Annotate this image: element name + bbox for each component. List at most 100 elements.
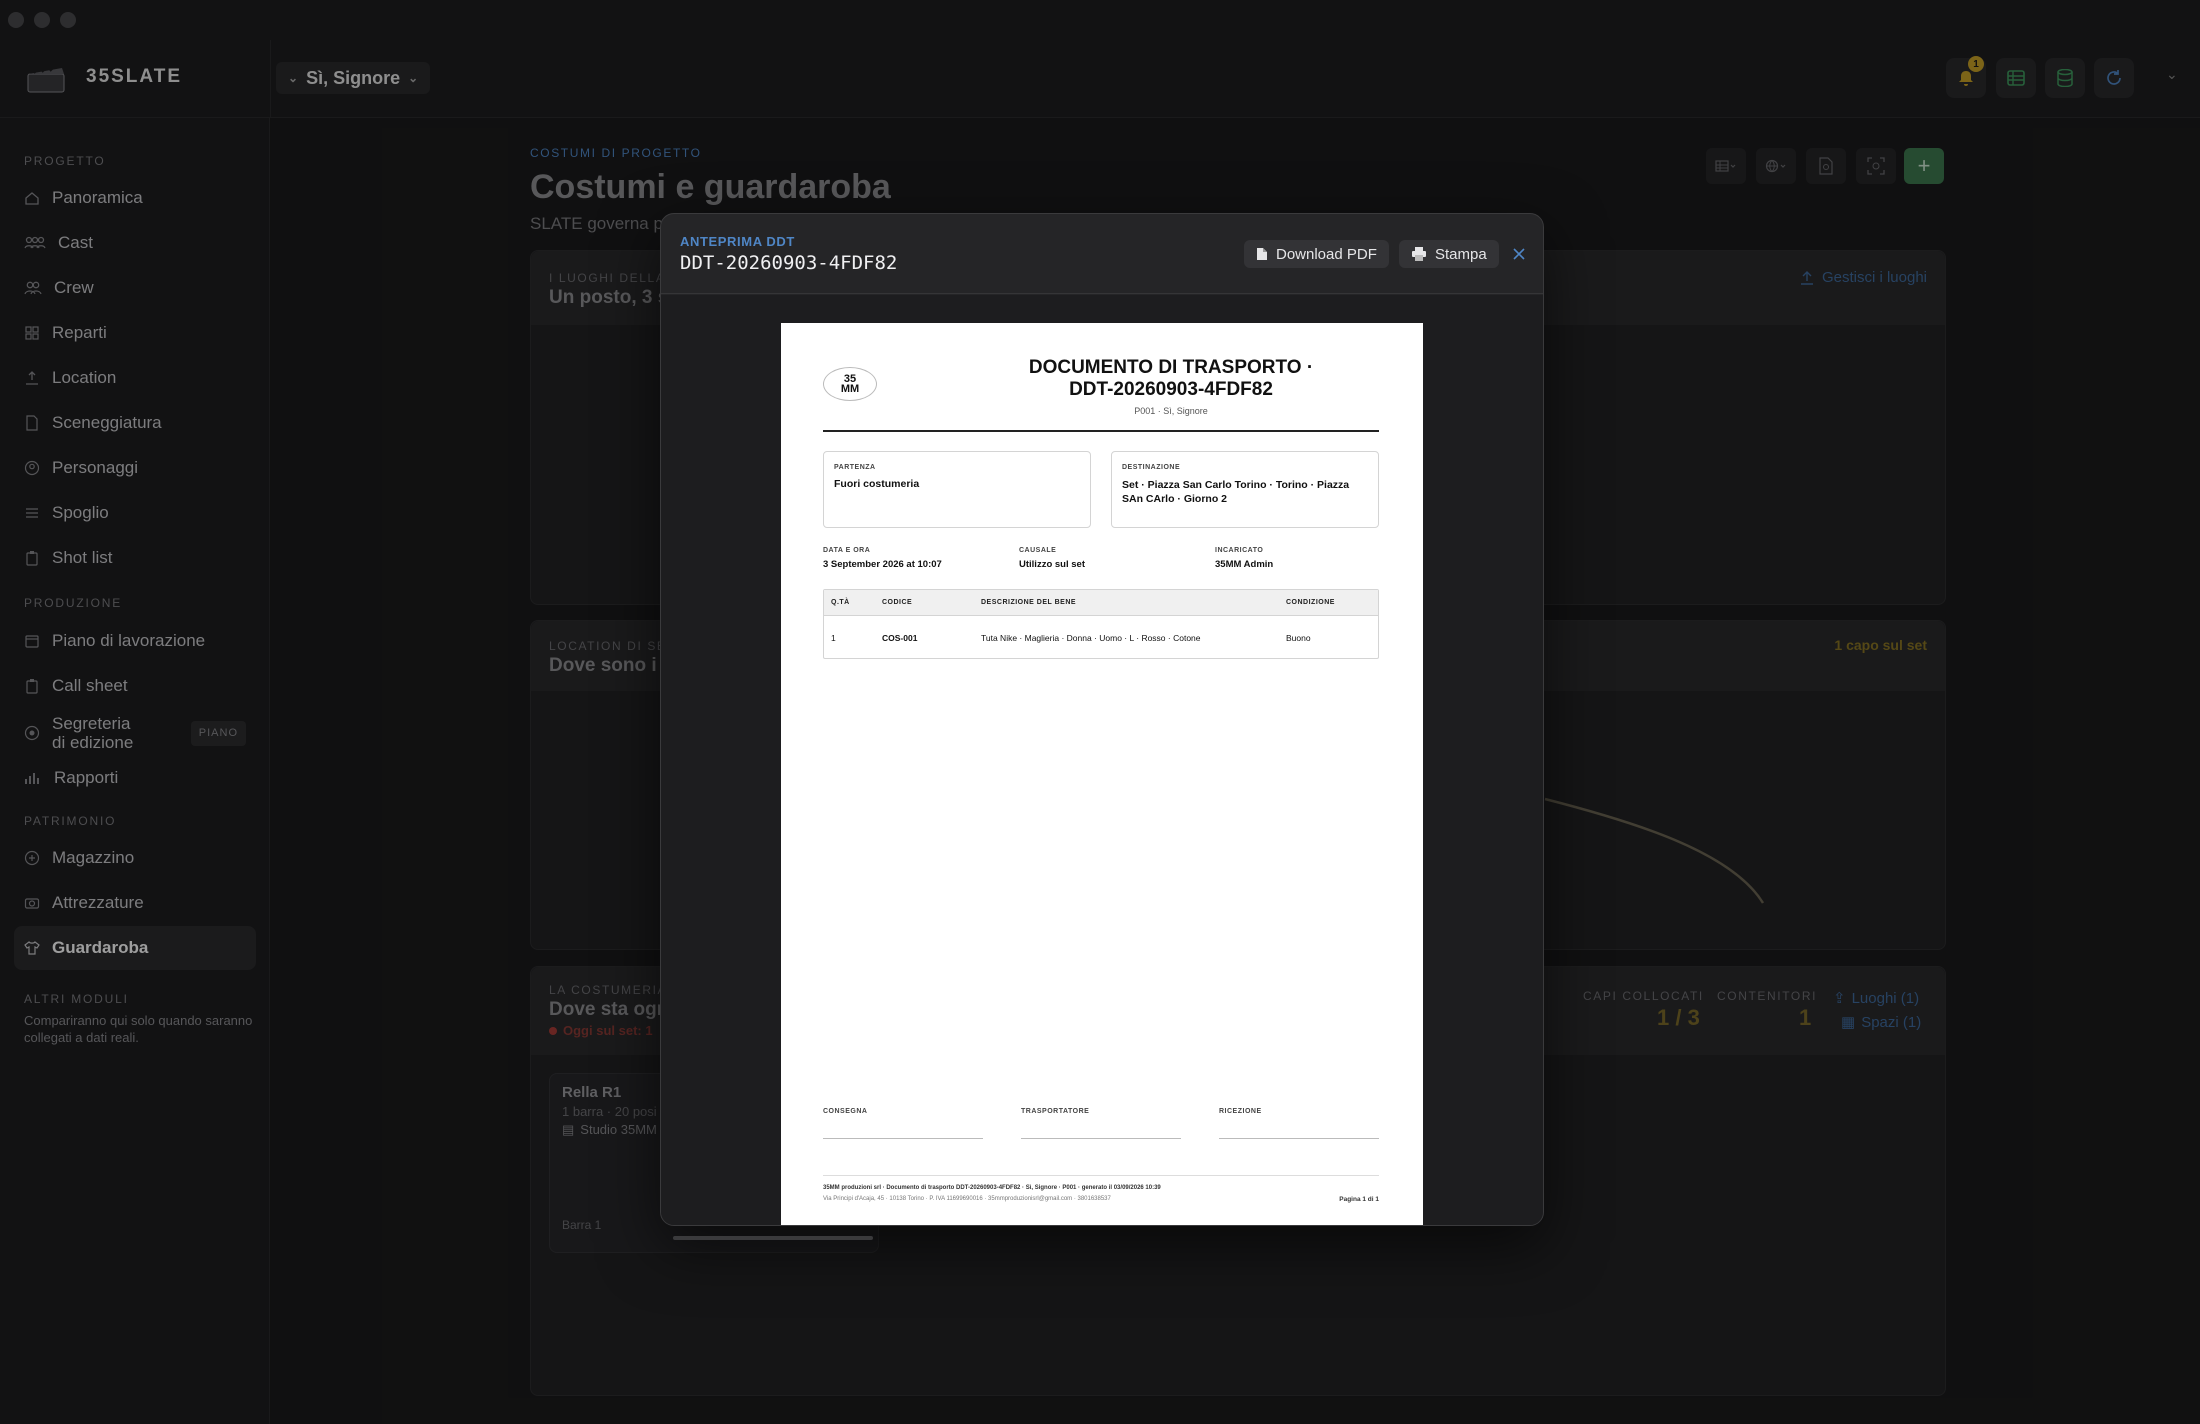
globe-icon	[1765, 159, 1786, 173]
refresh-button[interactable]	[2094, 58, 2134, 98]
close-button[interactable]	[1507, 242, 1531, 266]
sidebar-item-attrezzature[interactable]: Attrezzature	[14, 881, 256, 925]
sidebar-item-spoglio[interactable]: Spoglio	[14, 491, 256, 535]
signature-label-trasportatore: TRASPORTATORE	[1021, 1108, 1090, 1115]
doc-title-line1: DOCUMENTO DI TRASPORTO ·	[1028, 357, 1314, 378]
table-view-button[interactable]	[1996, 58, 2036, 98]
sidebar-item-label: Reparti	[52, 323, 107, 342]
sidebar-item-crew[interactable]: Crew	[14, 266, 256, 310]
partenza-label: PARTENZA	[834, 464, 876, 471]
destinazione-box: DESTINAZIONE Set · Piazza San Carlo Tori…	[1111, 451, 1379, 528]
table-header-qty: Q.TÀ	[831, 599, 850, 606]
places-link-label: Luoghi (1)	[1851, 989, 1920, 1007]
places-link[interactable]: ⇪ Luoghi (1)	[1833, 989, 1920, 1008]
incaricato-label: INCARICATO	[1215, 547, 1264, 554]
modal-title: DDT-20260903-4FDF82	[680, 252, 898, 274]
window-titlebar	[0, 0, 2200, 40]
table-cell-qty: 1	[831, 633, 836, 643]
doc-subtitle: P001 · Sì, Signore	[1134, 406, 1208, 416]
section-label-patrimonio: PATRIMONIO	[24, 814, 117, 828]
view-toggle-button[interactable]	[1706, 148, 1746, 184]
sidebar-item-label-line2: di edizione	[52, 733, 134, 752]
app-brand: 35SLATE	[86, 66, 183, 87]
sidebar-item-label: Spoglio	[52, 503, 109, 522]
sidebar-item-cast[interactable]: Cast	[14, 221, 256, 265]
clipboard-icon	[26, 551, 38, 566]
notifications-button[interactable]: 1	[1946, 56, 1986, 98]
sidebar-item-call-sheet[interactable]: Call sheet	[14, 664, 256, 708]
window-zoom-control[interactable]	[60, 12, 76, 28]
page-subtitle: SLATE governa po	[530, 214, 673, 233]
sidebar-item-panoramica[interactable]: Panoramica	[14, 176, 256, 220]
database-button[interactable]	[2045, 58, 2085, 98]
database-icon	[2057, 69, 2073, 87]
section-label-progetto: PROGETTO	[24, 154, 106, 168]
grid-icon: ▦	[1841, 1014, 1856, 1031]
sidebar-item-rapporti[interactable]: Rapporti	[14, 756, 256, 800]
footer-rule	[823, 1175, 1379, 1176]
set-today-label: Oggi sul set: 1	[563, 1023, 653, 1038]
plus-icon: +	[1917, 153, 1931, 178]
destinazione-value: Set · Piazza San Carlo Torino · Torino ·…	[1122, 479, 1350, 505]
sidebar-item-label: Crew	[54, 278, 94, 297]
sidebar-item-guardaroba[interactable]: Guardaroba	[14, 926, 256, 970]
sidebar-item-label: Call sheet	[52, 676, 128, 695]
footer-line2: Via Principi d'Acaja, 45 · 10138 Torino …	[823, 1196, 1111, 1202]
card-title: Un posto, 3 s	[549, 287, 669, 308]
account-menu-chevron-icon[interactable]: ⌄	[2166, 66, 2178, 83]
sidebar-item-label: Magazzino	[52, 848, 135, 867]
section-label-produzione: PRODUZIONE	[24, 596, 123, 610]
window-close-control[interactable]	[8, 12, 24, 28]
stat-value-contenitori: 1	[1799, 1005, 1812, 1030]
sidebar-item-personaggi[interactable]: Personaggi	[14, 446, 256, 490]
add-button[interactable]: +	[1904, 148, 1944, 184]
printer-icon	[1412, 247, 1426, 261]
sidebar-item-piano-di-lavorazione[interactable]: Piano di lavorazione	[14, 619, 256, 663]
sidebar-item-magazzino[interactable]: Magazzino	[14, 836, 256, 880]
card-label: I LUOGHI DELLA	[549, 271, 666, 285]
altri-moduli-note: Compariranno qui solo quando saranno col…	[24, 1013, 253, 1045]
signature-label-consegna: CONSEGNA	[823, 1108, 868, 1115]
table-header-condition: CONDIZIONE	[1286, 599, 1335, 606]
document-search-button[interactable]	[1806, 148, 1846, 184]
grid-icon	[25, 326, 39, 340]
signature-line	[823, 1138, 983, 1139]
table-row: 1 COS-001 Tuta Nike · Maglieria · Donna …	[824, 616, 1378, 660]
page-title: Costumi e guardaroba	[530, 168, 891, 206]
download-pdf-button[interactable]: Download PDF	[1244, 240, 1389, 268]
print-button[interactable]: Stampa	[1399, 240, 1499, 268]
horizontal-scrollbar[interactable]	[673, 1236, 873, 1240]
refresh-icon	[2107, 70, 2121, 85]
scan-button[interactable]	[1856, 148, 1896, 184]
print-label: Stampa	[1435, 245, 1487, 263]
card-label: LA COSTUMERIA	[549, 983, 668, 997]
project-selector[interactable]: ⌄ Sì, Signore ⌄	[276, 62, 431, 94]
window-minimize-control[interactable]	[34, 12, 50, 28]
sidebar-item-segreteria-di-edizione[interactable]: Segreteria di edizione PIANO	[14, 710, 256, 756]
language-button[interactable]	[1756, 148, 1796, 184]
breadcrumb: COSTUMI DI PROGETTO	[530, 146, 702, 160]
manage-places-link[interactable]: Gestisci i luoghi	[1800, 269, 1927, 286]
document-icon	[26, 415, 38, 431]
bell-icon	[1959, 71, 1973, 86]
sidebar-item-shot-list[interactable]: Shot list	[14, 536, 256, 580]
card-label: LOCATION DI SE	[549, 639, 667, 653]
modal-label: ANTEPRIMA DDT	[680, 234, 795, 249]
file-icon	[1257, 248, 1267, 260]
stat-label-capi: CAPI COLLOCATI	[1583, 989, 1704, 1003]
spaces-link-label: Spazi (1)	[1861, 1013, 1922, 1031]
box-icon	[24, 850, 40, 866]
divider	[270, 40, 271, 118]
close-icon	[1513, 248, 1525, 260]
camera-icon	[24, 898, 40, 909]
signature-line	[1021, 1138, 1181, 1139]
sidebar-item-sceneggiatura[interactable]: Sceneggiatura	[14, 401, 256, 445]
incaricato-value: 35MM Admin	[1215, 559, 1274, 570]
sidebar-item-location[interactable]: Location	[14, 356, 256, 400]
table-header-code: CODICE	[882, 599, 913, 606]
notification-count-badge: 1	[1968, 56, 1984, 72]
sidebar-item-label: Panoramica	[52, 188, 143, 207]
card-title: Dove sta ogn	[549, 999, 669, 1020]
sidebar-item-reparti[interactable]: Reparti	[14, 311, 256, 355]
spaces-link[interactable]: ▦ Spazi (1)	[1841, 1013, 1922, 1032]
